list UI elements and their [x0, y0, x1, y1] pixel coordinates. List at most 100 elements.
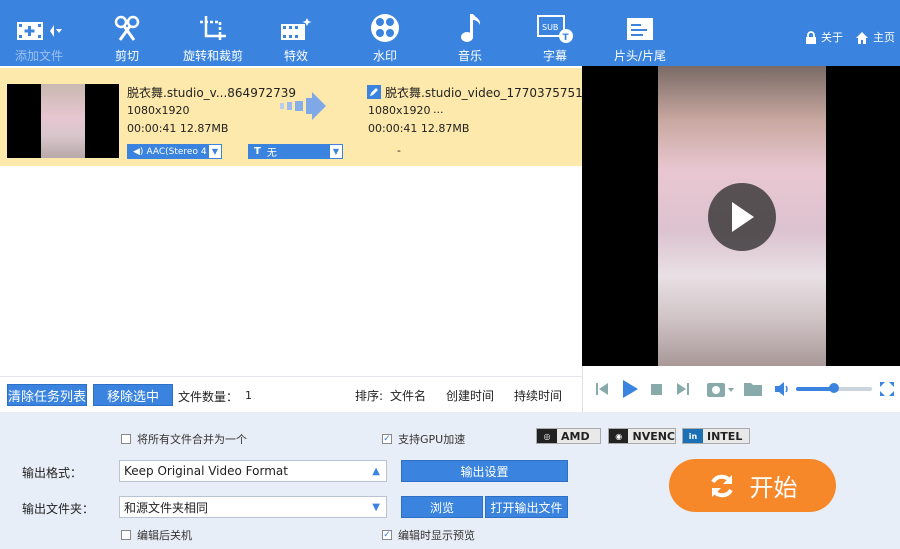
intel-badge: in INTEL: [682, 428, 750, 444]
video-thumbnail: [7, 84, 119, 158]
shutdown-checkbox[interactable]: 编辑后关机: [121, 527, 192, 543]
browse-button[interactable]: 浏览: [401, 496, 483, 518]
add-file-label: 添加文件: [14, 49, 63, 63]
refresh-icon: [710, 474, 733, 497]
output-settings-button[interactable]: 输出设置: [401, 460, 568, 482]
add-file-icon: [15, 10, 63, 44]
subtitle-select[interactable]: T 无 ▼: [248, 144, 343, 159]
effects-button[interactable]: 特效: [272, 0, 320, 66]
rotate-crop-button[interactable]: 旋转和裁剪: [178, 0, 248, 66]
show-preview-checkbox-box[interactable]: ✓: [382, 530, 392, 540]
watermark-label: 水印: [372, 49, 397, 63]
fullscreen-icon[interactable]: [879, 381, 895, 397]
start-button[interactable]: 开始: [669, 459, 836, 512]
volume-knob[interactable]: [829, 383, 839, 393]
amd-badge: ◎ AMD: [536, 428, 601, 444]
about-link[interactable]: 关于: [805, 29, 843, 45]
sort-by-created[interactable]: 创建时间: [446, 387, 494, 404]
file-count-value: 1: [245, 389, 252, 402]
toolbar: 添加文件 剪切 旋转和裁剪 特效 水印 音乐 SUB T 字幕 片头/片尾 关于…: [0, 0, 900, 66]
music-note-icon: [457, 10, 483, 44]
svg-text:T: T: [563, 33, 570, 43]
svg-text:SUB: SUB: [542, 23, 558, 32]
volume-icon[interactable]: [774, 382, 790, 396]
show-preview-label: 编辑时显示预览: [398, 529, 475, 542]
output-duration-size: 00:00:41 12.87MB: [368, 122, 470, 135]
rotate-crop-icon: [198, 10, 228, 44]
home-link[interactable]: 主页: [855, 29, 895, 45]
video-preview[interactable]: [582, 66, 900, 366]
merge-label: 将所有文件合并为一个: [137, 433, 247, 446]
cut-label: 剪切: [114, 49, 139, 63]
output-more: ...: [433, 103, 444, 116]
subtitle-label: 字幕: [542, 49, 567, 63]
shutdown-label: 编辑后关机: [137, 529, 192, 542]
nvenc-label: NVENC: [632, 429, 675, 443]
add-file-button[interactable]: 添加文件: [8, 0, 70, 66]
merge-checkbox[interactable]: 将所有文件合并为一个: [121, 431, 247, 447]
home-icon: [856, 31, 868, 44]
nvidia-logo-icon: ◉: [609, 429, 629, 443]
merge-checkbox-box[interactable]: [121, 434, 131, 444]
start-label: 开始: [749, 474, 798, 502]
output-filename: 脱衣舞.studio_video_177037575183: [385, 86, 599, 100]
gpu-checkbox-box[interactable]: ✓: [382, 434, 392, 444]
lock-icon: [806, 30, 816, 44]
show-preview-checkbox[interactable]: ✓ 编辑时显示预览: [382, 527, 475, 543]
snapshot-icon[interactable]: [706, 380, 734, 398]
source-filename: 脱衣舞.studio_v...864972739: [127, 86, 296, 100]
output-extra: -: [397, 144, 401, 157]
output-resolution: 1080x1920: [368, 104, 431, 117]
next-icon[interactable]: [676, 382, 690, 396]
intro-outro-button[interactable]: 片头/片尾: [607, 0, 673, 66]
volume-slider[interactable]: [796, 383, 872, 393]
intro-outro-label: 片头/片尾: [613, 49, 667, 63]
output-folder-select[interactable]: 和源文件夹相同 ▼: [119, 496, 387, 518]
stop-icon[interactable]: [651, 384, 662, 395]
music-button[interactable]: 音乐: [446, 0, 494, 66]
subtitle-icon: SUB T: [536, 10, 574, 44]
subtitle-button[interactable]: SUB T 字幕: [531, 0, 579, 66]
open-output-button[interactable]: 打开输出文件: [485, 496, 568, 518]
chevron-down-icon: ▼: [329, 144, 343, 159]
sort-by-name[interactable]: 文件名: [390, 387, 426, 404]
scissors-icon: [112, 10, 142, 44]
music-label: 音乐: [457, 49, 482, 63]
remove-selected-button[interactable]: 移除选中: [93, 384, 173, 406]
audio-track-select[interactable]: ◀) AAC(Stereo 4 ▼: [127, 144, 222, 159]
subtitle-t-icon: T: [254, 146, 261, 157]
output-folder-value: 和源文件夹相同: [124, 500, 209, 515]
gpu-checkbox[interactable]: ✓ 支持GPU加速: [382, 431, 465, 447]
effects-icon: [279, 10, 313, 44]
play-overlay-icon[interactable]: [708, 183, 776, 251]
output-format-select[interactable]: Keep Original Video Format ▲: [119, 460, 387, 482]
chevron-down-icon: ▼: [372, 502, 380, 513]
source-duration-size: 00:00:41 12.87MB: [127, 122, 229, 135]
intel-label: INTEL: [707, 429, 743, 443]
convert-arrow-icon: [278, 92, 328, 123]
watermark-button[interactable]: 水印: [361, 0, 409, 66]
intro-outro-icon: [625, 10, 655, 44]
output-format-value: Keep Original Video Format: [124, 464, 288, 478]
task-row[interactable]: 脱衣舞.studio_v...864972739 1080x1920 00:00…: [0, 68, 598, 166]
chevron-up-icon: ▲: [372, 466, 380, 477]
source-resolution: 1080x1920: [127, 104, 190, 117]
output-format-label: 输出格式：: [22, 466, 83, 480]
nvenc-badge: ◉ NVENC: [608, 428, 676, 444]
play-icon[interactable]: [621, 379, 639, 399]
shutdown-checkbox-box[interactable]: [121, 530, 131, 540]
audio-track-value: AAC(Stereo 4: [146, 146, 207, 157]
file-count-label: 文件数量：: [178, 390, 239, 404]
folder-icon[interactable]: [743, 381, 763, 397]
home-label: 主页: [873, 31, 895, 44]
chevron-down-icon: ▼: [208, 144, 222, 159]
cut-button[interactable]: 剪切: [103, 0, 151, 66]
previous-icon[interactable]: [595, 382, 609, 396]
sort-by-duration[interactable]: 持续时间: [514, 387, 562, 404]
list-action-bar: 清除任务列表 移除选中 文件数量： 1 排序: 文件名 创建时间 持续时间: [0, 376, 582, 412]
clear-task-list-button[interactable]: 清除任务列表: [7, 384, 87, 406]
task-list: 脱衣舞.studio_v...864972739 1080x1920 00:00…: [0, 66, 598, 376]
edit-output-icon[interactable]: [367, 85, 381, 99]
gpu-label: 支持GPU加速: [398, 433, 466, 446]
intel-logo-icon: in: [683, 429, 703, 443]
